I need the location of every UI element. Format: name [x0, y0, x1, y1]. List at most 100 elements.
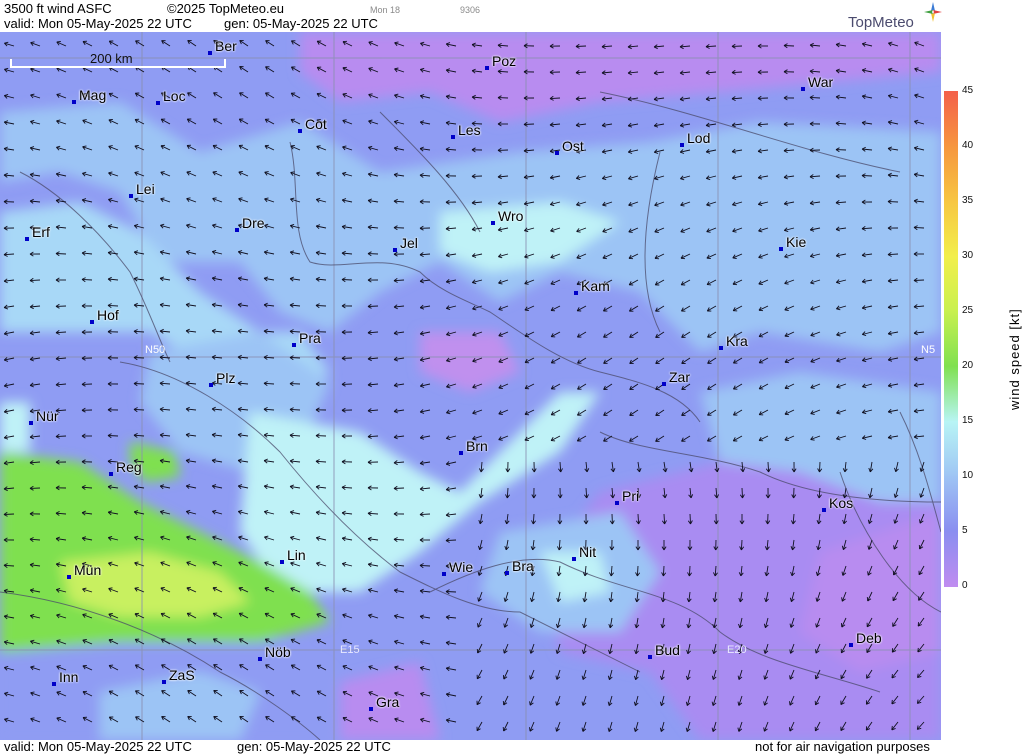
city-label: Wie — [449, 559, 474, 575]
wind-arrow-head — [212, 171, 217, 173]
wind-arrow-head — [316, 613, 321, 615]
city-label: Wro — [498, 208, 524, 224]
city-label: Mün — [74, 562, 102, 578]
city-marker — [67, 575, 71, 579]
wind-arrow — [783, 45, 795, 47]
wind-arrow — [523, 123, 535, 125]
city-marker — [209, 383, 213, 387]
wind-field-svg — [0, 32, 941, 740]
grid-label-e20: E20 — [727, 644, 747, 656]
wind-arrow-head — [810, 387, 815, 389]
footer-disclaimer: not for air navigation purposes — [755, 739, 930, 754]
wind-arrow — [3, 513, 15, 515]
wind-arrow-head — [264, 171, 269, 173]
wind-arrow-head — [706, 231, 711, 233]
wind-arrow — [55, 253, 67, 255]
wind-arrow-head — [264, 587, 269, 589]
wind-arrow — [289, 357, 301, 359]
city-label: Brn — [466, 438, 488, 454]
compass-star-icon — [924, 2, 942, 22]
wind-arrow — [913, 279, 925, 281]
city-marker — [156, 101, 160, 105]
wind-arrow-head — [867, 571, 869, 576]
city-marker — [451, 135, 455, 139]
legend-color-segment — [944, 256, 958, 312]
wind-arrow-head — [134, 587, 139, 589]
city-marker — [801, 87, 805, 91]
wind-arrow-head — [576, 257, 581, 259]
city-label: Gra — [376, 694, 400, 710]
wind-arrow-head — [238, 561, 243, 563]
wind-arrow-head — [498, 413, 503, 415]
wind-arrow-head — [498, 361, 503, 363]
grid-label-n50-right: N5 — [921, 344, 936, 356]
wind-arrow-head — [784, 309, 789, 311]
city-label: Hof — [97, 307, 119, 323]
copyright: ©2025 TopMeteo.eu — [167, 1, 285, 16]
wind-arrow-head — [342, 664, 347, 667]
city-label: Zar — [669, 369, 690, 385]
wind-arrow-head — [316, 145, 321, 147]
wind-arrow-head — [212, 561, 217, 563]
city-marker — [719, 346, 723, 350]
city-marker — [208, 51, 212, 55]
legend-tick-label: 30 — [962, 250, 974, 261]
valid-time: valid: Mon 05-May-2025 22 UTC — [4, 16, 192, 31]
city-marker — [72, 100, 76, 104]
city-label: Lod — [687, 130, 711, 146]
legend-color-segment — [944, 91, 958, 147]
wind-speed-legend — [944, 91, 958, 587]
city-marker — [485, 66, 489, 70]
city-label: Lei — [136, 181, 155, 197]
wind-arrow-head — [160, 171, 165, 173]
wind-arrow — [575, 45, 587, 47]
wind-arrow-head — [82, 639, 87, 641]
wind-arrow-head — [108, 613, 113, 615]
city-marker — [258, 657, 262, 661]
city-label: Ost — [562, 138, 584, 154]
legend-tick-label: 40 — [962, 140, 974, 151]
city-label: Kos — [829, 495, 854, 511]
city-marker — [555, 151, 559, 155]
wind-arrow-head — [342, 93, 347, 95]
city-label: Pra — [299, 330, 321, 346]
city-label: Pri — [622, 488, 640, 504]
wind-arrow-head — [524, 283, 529, 285]
wind-arrow-head — [368, 717, 373, 719]
city-label: Poz — [492, 53, 517, 69]
city-marker — [25, 237, 29, 241]
wind-arrow-head — [342, 639, 347, 641]
wind-arrow-head — [186, 171, 191, 173]
city-marker — [574, 291, 578, 295]
city-label: Deb — [856, 630, 882, 646]
wind-arrow-head — [529, 675, 531, 680]
city-marker — [109, 472, 113, 476]
city-label: Bud — [655, 642, 680, 658]
wind-arrow-head — [160, 586, 165, 589]
city-label: Ber — [215, 38, 237, 54]
wind-arrow-head — [368, 41, 373, 43]
wind-arrow-head — [732, 257, 737, 259]
wind-arrow — [367, 305, 379, 307]
wind-arrow-head — [368, 691, 373, 693]
wind-arrow-head — [290, 587, 295, 589]
city-label: Kam — [581, 278, 610, 294]
logo-text: TopMeteo — [848, 14, 914, 31]
city-marker — [662, 382, 666, 386]
wind-arrow-head — [784, 439, 789, 441]
city-label: Reg — [116, 459, 142, 475]
wind-arrow — [107, 435, 119, 437]
city-marker — [129, 194, 133, 198]
city-label: Nür — [36, 408, 59, 424]
legend-tick-label: 45 — [962, 85, 974, 96]
city-marker — [442, 572, 446, 576]
city-label: Bra — [512, 558, 534, 574]
city-marker — [90, 320, 94, 324]
wind-arrow-head — [498, 439, 503, 441]
city-marker — [393, 248, 397, 252]
city-label: Erf — [32, 224, 50, 240]
wind-arrow — [819, 461, 821, 473]
city-label: Loc — [163, 88, 186, 104]
footer-valid: valid: Mon 05-May-2025 22 UTC — [4, 739, 192, 754]
city-label: Dre — [242, 215, 265, 231]
